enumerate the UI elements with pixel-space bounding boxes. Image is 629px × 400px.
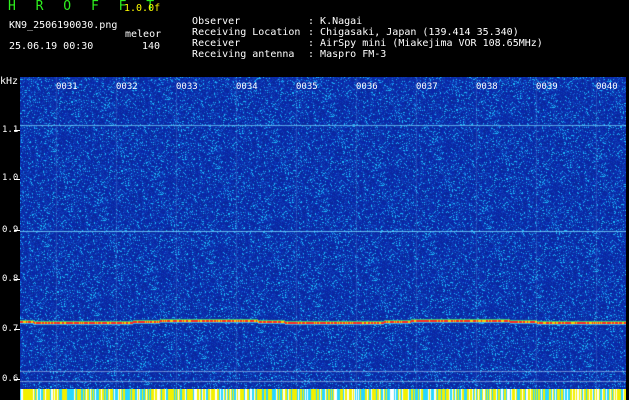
detection-strip (20, 389, 626, 400)
x-tick-label: 0038 (476, 82, 498, 92)
y-axis-unit: kHz (0, 76, 19, 87)
y-tick (14, 230, 20, 231)
file-name: KN9_2506190030.png (9, 20, 118, 31)
date-time: 25.06.19 00:30 (9, 41, 94, 52)
detection-count: 140 (142, 41, 161, 52)
y-tick (14, 130, 20, 131)
y-tick-label: 1.0 (2, 173, 19, 183)
y-tick (14, 279, 20, 280)
info-row-antenna: Receiving antenna: Maspro FM-3 (180, 37, 386, 61)
x-tick-label: 0033 (176, 82, 198, 92)
x-tick-label: 0032 (116, 82, 138, 92)
info-colon: : (308, 49, 315, 60)
x-tick-label: 0036 (356, 82, 378, 92)
x-tick-label: 0037 (416, 82, 438, 92)
hrofft-window: { "app": { "name": "H R O F F T", "versi… (0, 0, 629, 400)
y-tick (14, 179, 20, 180)
x-tick-label: 0034 (236, 82, 258, 92)
mode-label: meleor (125, 29, 162, 40)
spectrogram-plot (20, 77, 626, 395)
y-tick (14, 379, 20, 380)
x-tick-label: 0031 (56, 82, 78, 92)
spectrogram-noise (20, 77, 626, 395)
info-value: Maspro FM-3 (320, 49, 387, 60)
info-label: Receiving antenna (192, 49, 295, 60)
x-tick-label: 0039 (536, 82, 558, 92)
y-tick (14, 329, 20, 330)
x-tick-label: 0035 (296, 82, 318, 92)
x-tick-label: 0040 (596, 82, 618, 92)
app-version: 1.0.0f (124, 3, 161, 14)
